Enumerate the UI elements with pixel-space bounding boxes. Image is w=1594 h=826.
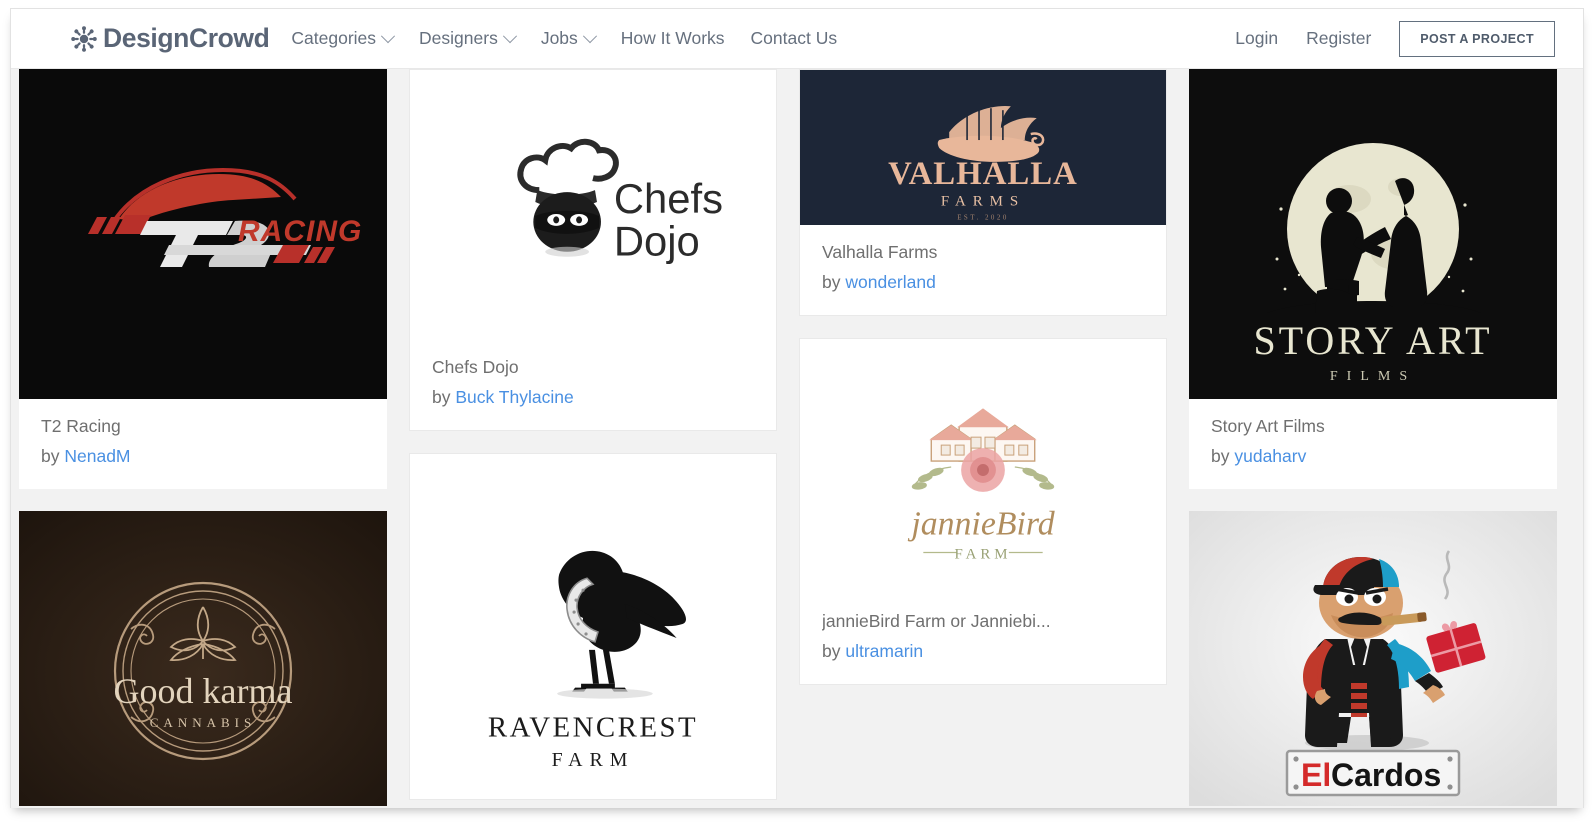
logo-card-story-art-films[interactable]: STORY ART FILMS Story Art Films by yudah… (1189, 69, 1557, 489)
logo-card-valhalla-farms[interactable]: VALHALLA FARMS EST. 2020 Valhalla Farms … (799, 69, 1167, 316)
logo-gallery-grid: RACING T2 Racing by NenadM Good karma CA… (11, 69, 1583, 808)
logo-thumbnail: Good karma CANNABIS (19, 511, 387, 806)
by-prefix: by (41, 446, 60, 466)
logo-card-chefs-dojo[interactable]: Chefs Dojo Chefs Dojo by Buck Thylacine (409, 69, 777, 431)
nav-label-contact-us: Contact Us (750, 28, 838, 48)
chevron-down-icon (582, 28, 597, 43)
nav-item-contact-us[interactable]: Contact Us (751, 28, 838, 49)
chevron-down-icon (502, 28, 517, 43)
logo-thumbnail: STORY ART FILMS (1189, 69, 1557, 399)
by-prefix: by (822, 641, 841, 661)
farm-text: FARM (954, 546, 1011, 562)
logo-designer-line: by Buck Thylacine (432, 387, 754, 408)
logo-card-janniebird-farm[interactable]: jannieBird FARM jannieBird Farm or Janni… (799, 338, 1167, 685)
logo-card-caption: T2 Racing by NenadM (19, 399, 387, 489)
logo-thumbnail: RACING (19, 69, 387, 399)
nav-label-how-it-works: How It Works (620, 28, 725, 48)
logo-card-caption: jannieBird Farm or Janniebi... by ultram… (800, 594, 1166, 684)
logo-designer-line: by yudaharv (1211, 446, 1535, 467)
gallery-column-4: STORY ART FILMS Story Art Films by yudah… (1189, 69, 1557, 808)
el-text: El (1301, 757, 1331, 793)
designer-link[interactable]: wonderland (845, 272, 935, 292)
by-prefix: by (1211, 446, 1230, 466)
gallery-column-2: Chefs Dojo Chefs Dojo by Buck Thylacine (409, 69, 777, 808)
logo-designer-line: by wonderland (822, 272, 1144, 293)
nav-item-categories[interactable]: Categories (291, 28, 396, 49)
logo-card-caption: Valhalla Farms by wonderland (800, 225, 1166, 315)
good-karma-cannabis-logo-art: Good karma CANNABIS (19, 511, 387, 806)
header-actions: Login Register POST A PROJECT (1235, 20, 1555, 57)
el-cardos-logo-art: El Cardos (1189, 511, 1557, 806)
logo-title: Chefs Dojo (432, 357, 519, 377)
logo-card-good-karma-cannabis[interactable]: Good karma CANNABIS (19, 511, 387, 806)
logo-thumbnail: RAVENCREST FARM (410, 454, 776, 799)
brand-name: DesignCrowd (103, 23, 270, 53)
films-text: FILMS (1330, 369, 1416, 384)
designcrowd-logo[interactable]: DesignCrowd (69, 23, 270, 54)
starburst-people-icon (69, 24, 99, 54)
svg-text:RACING: RACING (238, 215, 362, 248)
gallery-column-3: VALHALLA FARMS EST. 2020 Valhalla Farms … (799, 69, 1167, 808)
logo-title: Story Art Films (1211, 416, 1325, 436)
designer-link[interactable]: NenadM (64, 446, 130, 466)
logo-title: Valhalla Farms (822, 242, 938, 262)
t2-racing-logo-art: RACING (19, 69, 387, 399)
logo-thumbnail: Chefs Dojo (410, 70, 776, 340)
register-link[interactable]: Register (1306, 28, 1371, 49)
story-art-text: STORY ART (1253, 318, 1492, 363)
cardos-text: Cardos (1331, 757, 1441, 793)
by-prefix: by (432, 387, 451, 407)
nav-item-jobs[interactable]: Jobs (540, 28, 597, 49)
logo-title: jannieBird Farm or Janniebi... (822, 611, 1051, 631)
janniebird-text: jannieBird (907, 506, 1054, 543)
farm-text: FARM (552, 749, 635, 771)
nav-label-jobs: Jobs (540, 28, 578, 48)
chefs-dojo-logo-art: Chefs Dojo (410, 70, 776, 340)
valhalla-farms-logo-art: VALHALLA FARMS EST. 2020 (800, 70, 1166, 225)
logo-thumbnail: El Cardos (1189, 511, 1557, 806)
valhalla-text: VALHALLA (888, 156, 1078, 192)
nav-label-categories: Categories (291, 28, 377, 48)
est-text: EST. 2020 (957, 214, 1009, 222)
login-link[interactable]: Login (1235, 28, 1278, 49)
nav-item-how-it-works[interactable]: How It Works (621, 28, 725, 49)
logo-card-caption: Story Art Films by yudaharv (1189, 399, 1557, 489)
nav-label-designers: Designers (419, 28, 498, 48)
browser-page: DesignCrowd Categories Designers Jobs Ho… (0, 0, 1594, 826)
nav-item-designers[interactable]: Designers (419, 28, 517, 49)
designer-link[interactable]: yudaharv (1234, 446, 1306, 466)
logo-title: T2 Racing (41, 416, 121, 436)
site-header: DesignCrowd Categories Designers Jobs Ho… (11, 9, 1583, 69)
logo-card-ravencrest-farm[interactable]: RAVENCREST FARM (409, 453, 777, 800)
logo-thumbnail: jannieBird FARM (800, 339, 1166, 594)
by-prefix: by (822, 272, 841, 292)
svg-text:CANNABIS: CANNABIS (150, 715, 256, 730)
dojo-text: Dojo (614, 218, 700, 265)
main-nav: Categories Designers Jobs How It Works C… (291, 28, 837, 49)
logo-thumbnail: VALHALLA FARMS EST. 2020 (800, 70, 1166, 225)
janniebird-farm-logo-art: jannieBird FARM (800, 339, 1166, 594)
chefs-text: Chefs (614, 175, 723, 222)
logo-card-el-cardos[interactable]: El Cardos (1189, 511, 1557, 806)
post-a-project-button[interactable]: POST A PROJECT (1399, 20, 1555, 57)
logo-card-t2-racing[interactable]: RACING T2 Racing by NenadM (19, 69, 387, 489)
logo-card-caption: Chefs Dojo by Buck Thylacine (410, 340, 776, 430)
logo-designer-line: by NenadM (41, 446, 365, 467)
logo-designer-line: by ultramarin (822, 641, 1144, 662)
designer-link[interactable]: Buck Thylacine (455, 387, 573, 407)
ravencrest-text: RAVENCREST (488, 711, 698, 743)
designer-link[interactable]: ultramarin (845, 641, 923, 661)
chevron-down-icon (380, 28, 396, 43)
story-art-films-logo-art: STORY ART FILMS (1189, 69, 1557, 399)
farms-text: FARMS (941, 194, 1025, 210)
site-frame: DesignCrowd Categories Designers Jobs Ho… (10, 8, 1584, 808)
good-karma-text: Good karma (114, 671, 293, 711)
gallery-column-1: RACING T2 Racing by NenadM Good karma CA… (19, 69, 387, 808)
ravencrest-farm-logo-art: RAVENCREST FARM (410, 454, 776, 799)
